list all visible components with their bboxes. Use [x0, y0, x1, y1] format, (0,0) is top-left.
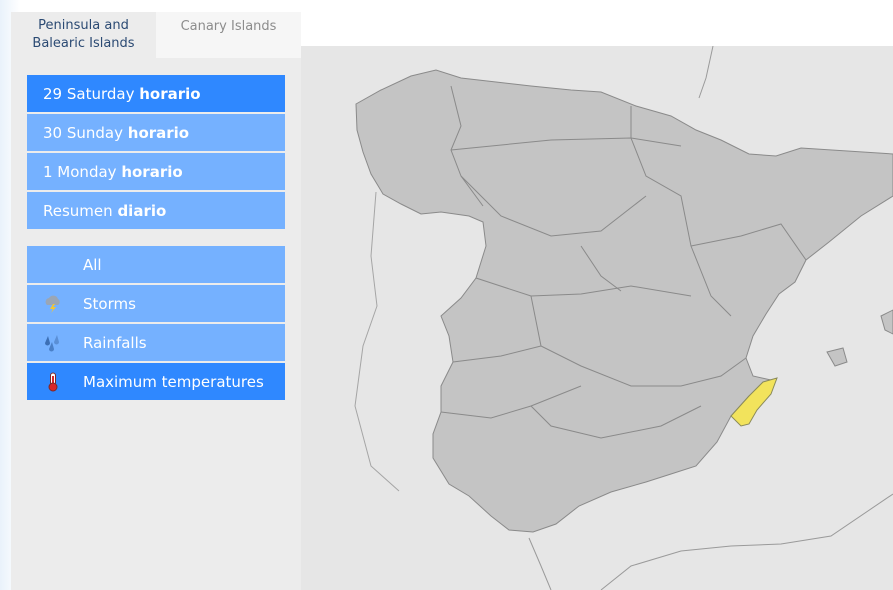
day-button-30-sunday[interactable]: 30 Sunday horario: [27, 114, 285, 151]
filter-storms-button[interactable]: Storms: [27, 285, 285, 322]
filter-label: Rainfalls: [83, 333, 147, 352]
spain-map-svg: [354, 46, 893, 590]
rain-icon: [43, 333, 63, 353]
day-suffix: horario: [139, 84, 201, 103]
region-tabs: Peninsula and Balearic Islands Canary Is…: [11, 12, 301, 58]
france-coast-line: [698, 46, 714, 99]
day-button-1-monday[interactable]: 1 Monday horario: [27, 153, 285, 190]
filter-rainfalls-button[interactable]: Rainfalls: [27, 324, 285, 361]
day-label: 29 Saturday: [43, 84, 135, 103]
spain-landmass[interactable]: [355, 69, 893, 533]
portugal-border-line: [354, 191, 400, 492]
day-suffix: horario: [127, 123, 190, 142]
filter-maximum-temperatures-button[interactable]: Maximum temperatures: [27, 363, 285, 400]
side-panel: Peninsula and Balearic Islands Canary Is…: [11, 12, 301, 590]
storm-icon: [43, 294, 63, 314]
day-button-resumen-diario[interactable]: Resumen diario: [27, 192, 285, 229]
balearic-island-ibiza[interactable]: [826, 347, 848, 367]
day-button-29-saturday[interactable]: 29 Saturday horario: [27, 75, 285, 112]
balearic-island-mallorca[interactable]: [880, 309, 893, 335]
tab-canary-islands[interactable]: Canary Islands: [156, 12, 301, 58]
day-suffix: diario: [117, 201, 167, 220]
filter-label: All: [83, 255, 102, 274]
warnings-map[interactable]: [301, 46, 893, 590]
filter-label: Maximum temperatures: [83, 372, 264, 391]
thermometer-icon: [43, 372, 63, 392]
day-suffix: horario: [121, 162, 183, 181]
day-label: Resumen: [43, 201, 113, 220]
filter-label: Storms: [83, 294, 136, 313]
day-label: 30 Sunday: [43, 123, 123, 142]
tab-peninsula-balearic[interactable]: Peninsula and Balearic Islands: [11, 12, 156, 58]
day-label: 1 Monday: [43, 162, 117, 181]
africa-coast-line: [528, 493, 893, 590]
filter-all-button[interactable]: All: [27, 246, 285, 283]
